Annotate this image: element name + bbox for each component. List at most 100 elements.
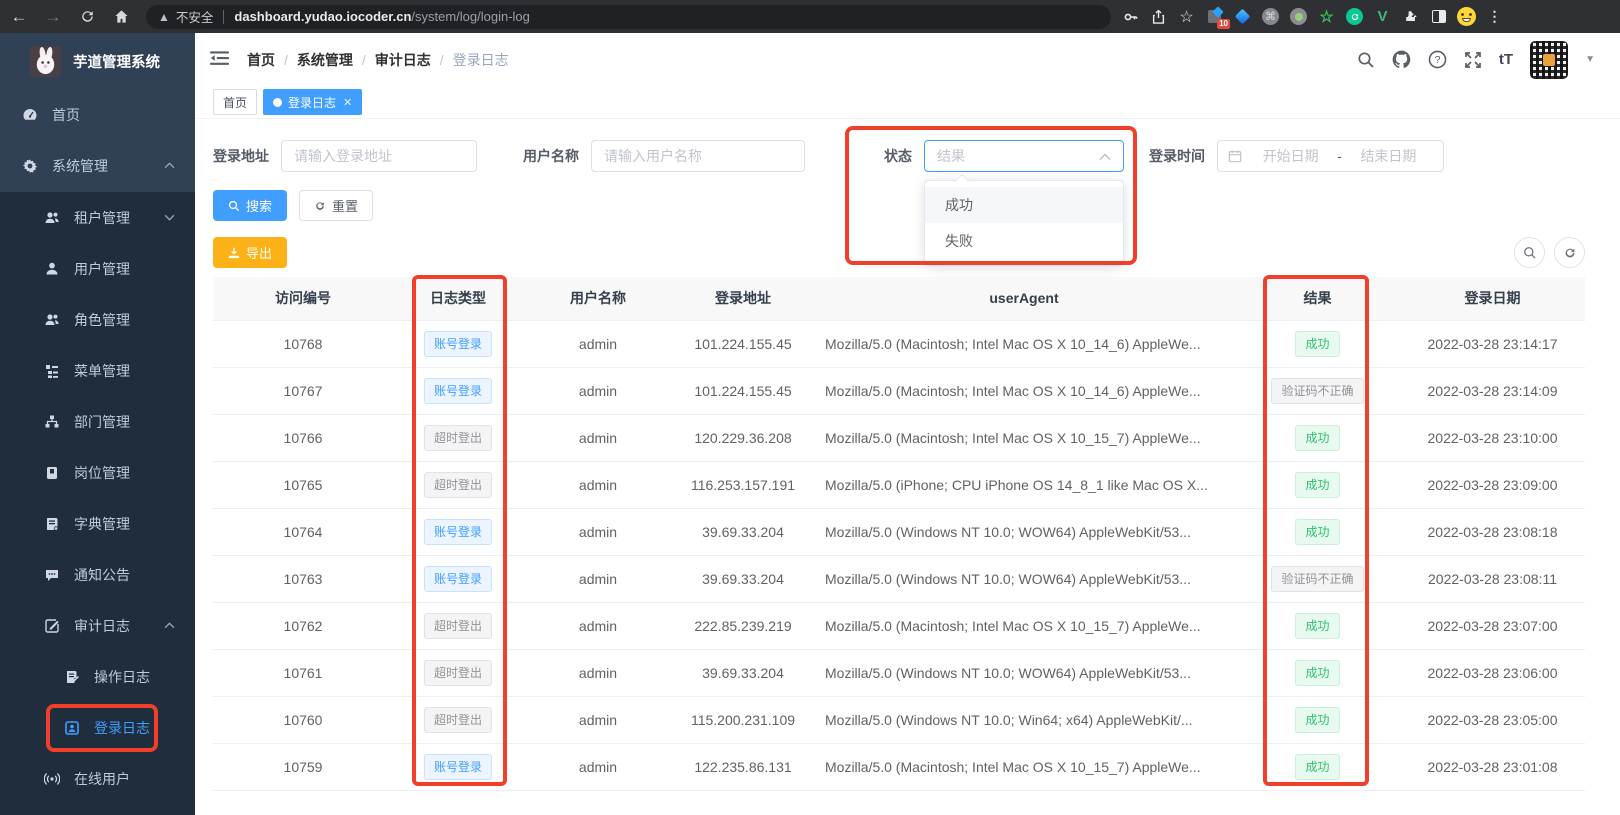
col-login-date: 登录日期 — [1400, 277, 1585, 321]
key-icon[interactable] — [1121, 7, 1140, 26]
sidebar-item-role-management[interactable]: 角色管理 — [0, 294, 195, 345]
status-option-failure[interactable]: 失败 — [925, 223, 1123, 259]
breadcrumb-audit-log[interactable]: 审计日志 — [375, 50, 431, 70]
sidebar-item-menu-management[interactable]: 菜单管理 — [0, 345, 195, 396]
tags-view-bar: 首页 登录日志 ✕ — [195, 86, 1620, 119]
cell-login-address: 101.224.155.45 — [673, 320, 813, 368]
browser-home-icon[interactable] — [106, 5, 136, 29]
tab-login-log[interactable]: 登录日志 ✕ — [263, 89, 363, 115]
sidebar-top-section: 芋道管理系统 首页 系统管理 — [0, 33, 195, 192]
result-tag: 成功 — [1295, 706, 1340, 733]
sidebar-item-post-management[interactable]: 岗位管理 — [0, 447, 195, 498]
extension-record-icon[interactable] — [1289, 7, 1308, 26]
cell-user-agent: Mozilla/5.0 (Windows NT 10.0; Win64; x64… — [813, 696, 1235, 744]
help-icon[interactable]: ? — [1428, 50, 1447, 69]
status-option-success[interactable]: 成功 — [925, 187, 1123, 223]
app-logo-rabbit — [30, 45, 61, 77]
cell-login-address: 39.69.33.204 — [673, 508, 813, 556]
sidebar-collapse-icon[interactable] — [210, 50, 229, 69]
sidebar-item-login-log[interactable]: 登录日志 — [0, 702, 195, 753]
cell-username: admin — [523, 743, 673, 791]
breadcrumb-home[interactable]: 首页 — [247, 50, 275, 70]
start-date-placeholder[interactable]: 开始日期 — [1246, 146, 1335, 166]
extension-monica-icon[interactable]: 10 — [1205, 6, 1230, 29]
sidebar-item-audit-log[interactable]: 审计日志 — [0, 600, 195, 651]
username-input[interactable]: 请输入用户名称 — [591, 140, 805, 172]
cell-user-agent: Mozilla/5.0 (Windows NT 10.0; WOW64) App… — [813, 649, 1235, 697]
tab-home[interactable]: 首页 — [213, 89, 258, 115]
search-button[interactable]: 搜索 — [213, 190, 288, 221]
dictionary-book-icon — [44, 516, 60, 532]
refresh-table-button[interactable] — [1554, 237, 1585, 268]
export-button[interactable]: 导出 — [213, 237, 288, 268]
address-input[interactable]: 请输入登录地址 — [281, 140, 477, 172]
col-visit-id: 访问编号 — [213, 277, 393, 321]
browser-menu-icon[interactable]: ⋮ — [1485, 7, 1504, 26]
bookmark-star-icon[interactable]: ☆ — [1177, 7, 1196, 26]
log-type-tag: 超时登出 — [423, 424, 492, 451]
result-tag: 成功 — [1295, 518, 1340, 545]
extensions-puzzle-icon[interactable] — [1401, 7, 1420, 26]
sidebar-item-user-management[interactable]: 用户管理 — [0, 243, 195, 294]
table-toolbar: 导出 — [213, 237, 1585, 268]
extension-command-icon[interactable]: ⌘ — [1261, 7, 1280, 26]
app-logo-row[interactable]: 芋道管理系统 — [0, 33, 195, 89]
fullscreen-icon[interactable] — [1464, 51, 1482, 69]
github-icon[interactable] — [1392, 50, 1411, 69]
breadcrumb-separator: / — [361, 51, 366, 68]
extension-diamond-icon[interactable] — [1233, 7, 1252, 26]
sidebar: 芋道管理系统 首页 系统管理 租户管理 用户管理 角色管理 菜单管理 部门管理 … — [0, 33, 195, 815]
sidebar-item-dept-management[interactable]: 部门管理 — [0, 396, 195, 447]
log-type-tag-cell: 账号登录 — [393, 743, 523, 791]
extension-vue-icon[interactable]: V — [1373, 7, 1392, 26]
sidebar-item-home[interactable]: 首页 — [0, 89, 195, 140]
end-date-placeholder[interactable]: 结束日期 — [1344, 146, 1433, 166]
log-type-tag: 账号登录 — [423, 330, 492, 357]
log-type-tag-cell: 超时登出 — [393, 461, 523, 509]
cell-login-date: 2022-03-28 23:09:00 — [1400, 461, 1585, 509]
extension-star-icon[interactable]: ☆ — [1317, 7, 1336, 26]
share-icon[interactable] — [1149, 7, 1168, 26]
sidebar-item-notice[interactable]: 通知公告 — [0, 549, 195, 600]
log-type-tag: 账号登录 — [423, 753, 492, 780]
browser-forward-icon[interactable]: → — [38, 5, 68, 29]
sidebar-item-dict-management[interactable]: 字典管理 — [0, 498, 195, 549]
avatar-caret-down-icon[interactable]: ▼ — [1585, 54, 1595, 65]
search-icon[interactable] — [1357, 51, 1375, 69]
cell-visit-id: 10759 — [213, 743, 393, 791]
table-row: 10762 超时登出 admin 222.85.239.219 Mozilla/5.0 … — [213, 602, 1585, 650]
reset-button[interactable]: 重置 — [299, 190, 374, 221]
table-row: 10764 账号登录 admin 39.69.33.204 Mozilla/5.0 (W… — [213, 508, 1585, 556]
breadcrumb-system[interactable]: 系统管理 — [297, 50, 353, 70]
cell-user-agent: Mozilla/5.0 (Macintosh; Intel Mac OS X 1… — [813, 367, 1235, 415]
browser-back-icon[interactable]: ← — [4, 5, 34, 29]
cell-login-address: 115.200.231.109 — [673, 696, 813, 744]
sidebar-item-system-management[interactable]: 系统管理 — [0, 140, 195, 191]
security-chip-label[interactable]: 不安全 — [176, 7, 214, 26]
tab-close-icon[interactable]: ✕ — [343, 96, 352, 109]
security-warning-icon[interactable]: ▲ — [158, 10, 170, 24]
breadcrumb: 首页 / 系统管理 / 审计日志 / 登录日志 — [247, 50, 509, 70]
badge-icon — [44, 465, 60, 481]
status-select[interactable]: 结果 — [924, 140, 1124, 172]
cell-user-agent: Mozilla/5.0 (Macintosh; Intel Mac OS X 1… — [813, 743, 1235, 791]
sidebar-item-online-users[interactable]: 在线用户 — [0, 753, 195, 804]
profile-emoji-icon[interactable] — [1457, 7, 1476, 26]
chevron-up-icon — [164, 162, 175, 169]
table-row: 10763 账号登录 admin 39.69.33.204 Mozilla/5.0 (W… — [213, 555, 1585, 603]
user-avatar[interactable] — [1530, 40, 1569, 79]
role-users-icon — [44, 312, 60, 328]
sidebar-item-operation-log[interactable]: 操作日志 — [0, 651, 195, 702]
login-time-range-input[interactable]: 开始日期 - 结束日期 — [1217, 140, 1444, 172]
split-screen-icon[interactable] — [1429, 7, 1448, 26]
sidebar-item-tenant-management[interactable]: 租户管理 — [0, 192, 195, 243]
extension-refresh-icon[interactable] — [1345, 7, 1364, 26]
login-time-label: 登录时间 — [1149, 148, 1205, 164]
browser-reload-icon[interactable] — [72, 5, 102, 29]
extension-badge: 10 — [1217, 19, 1230, 29]
result-tag: 验证码不正确 — [1271, 377, 1364, 404]
address-bar[interactable]: ▲ 不安全 dashboard.yudao.iocoder.cn /system… — [146, 4, 1111, 29]
font-size-icon[interactable]: tT — [1499, 51, 1513, 68]
cell-login-date: 2022-03-28 23:10:00 — [1400, 414, 1585, 462]
show-search-toggle-button[interactable] — [1514, 237, 1545, 268]
